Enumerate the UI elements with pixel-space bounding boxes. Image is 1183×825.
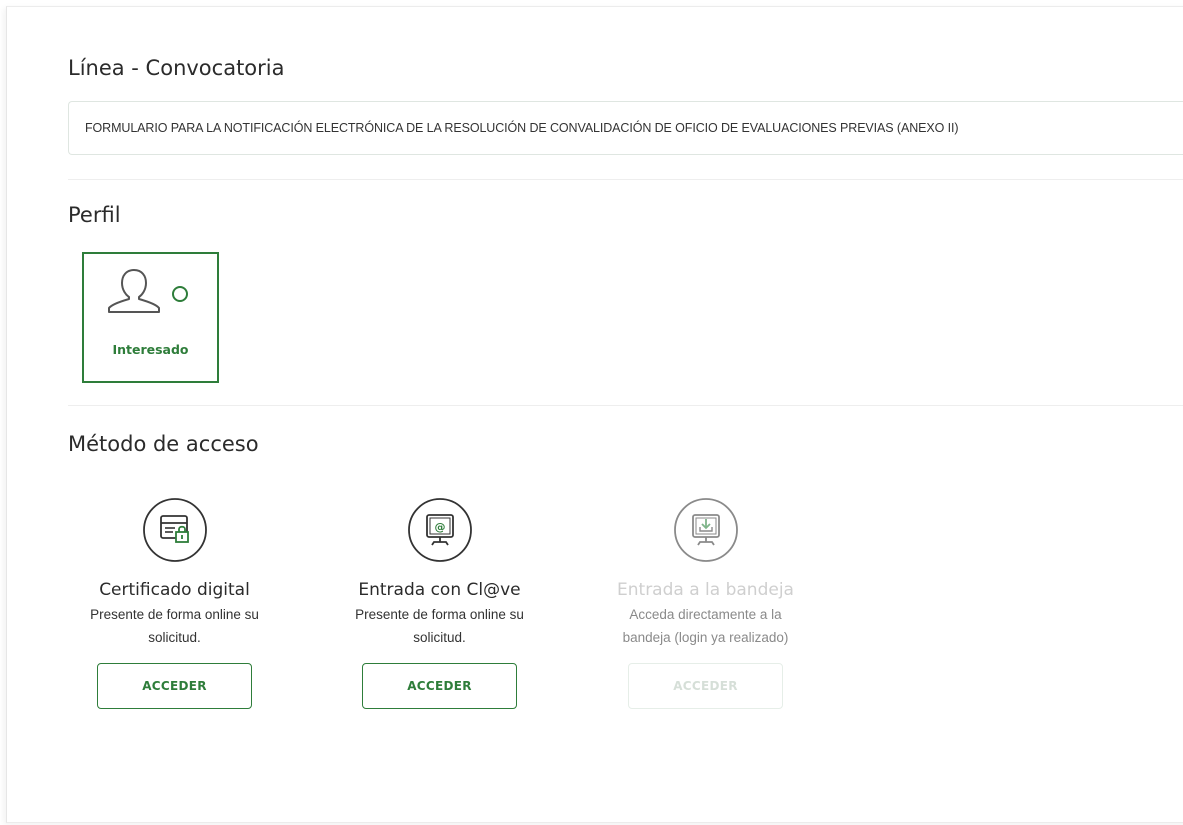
method-description: Presente de forma online su solicitud. <box>90 607 259 645</box>
user-icon <box>108 269 160 313</box>
profile-option-interesado[interactable]: Interesado <box>82 252 219 383</box>
method-entrada-clave: @ Entrada con Cl@ve Presente de forma on… <box>332 497 547 709</box>
method-certificado-digital: Certificado digital Presente de forma on… <box>67 497 282 709</box>
method-title: Entrada con Cl@ve <box>358 580 521 600</box>
certificate-icon <box>142 498 207 562</box>
svg-text:@: @ <box>434 521 445 534</box>
acceder-clave-button[interactable]: ACCEDER <box>362 663 517 709</box>
profile-radio[interactable] <box>172 286 188 302</box>
method-entrada-bandeja: Entrada a la bandeja Acceda directamente… <box>598 497 813 709</box>
method-title: Certificado digital <box>99 580 250 600</box>
clave-monitor-icon: @ <box>407 498 472 562</box>
inbox-monitor-icon <box>673 498 738 562</box>
profile-label: Interesado <box>112 342 189 357</box>
method-title: Entrada a la bandeja <box>617 580 794 600</box>
divider <box>68 179 1183 180</box>
linea-convocatoria-title: Línea - Convocatoria <box>68 56 285 80</box>
convocatoria-field[interactable]: FORMULARIO PARA LA NOTIFICACIÓN ELECTRÓN… <box>68 101 1183 155</box>
page: Línea - Convocatoria FORMULARIO PARA LA … <box>0 0 1183 825</box>
convocatoria-value: FORMULARIO PARA LA NOTIFICACIÓN ELECTRÓN… <box>85 121 959 135</box>
method-description: Acceda directamente a la bandeja (login … <box>622 607 789 645</box>
divider <box>68 405 1183 406</box>
perfil-title: Perfil <box>68 203 121 227</box>
acceder-bandeja-button[interactable]: ACCEDER <box>628 663 783 709</box>
metodo-acceso-title: Método de acceso <box>68 432 259 456</box>
acceder-certificado-button[interactable]: ACCEDER <box>97 663 252 709</box>
method-description: Presente de forma online su solicitud. <box>355 607 524 645</box>
